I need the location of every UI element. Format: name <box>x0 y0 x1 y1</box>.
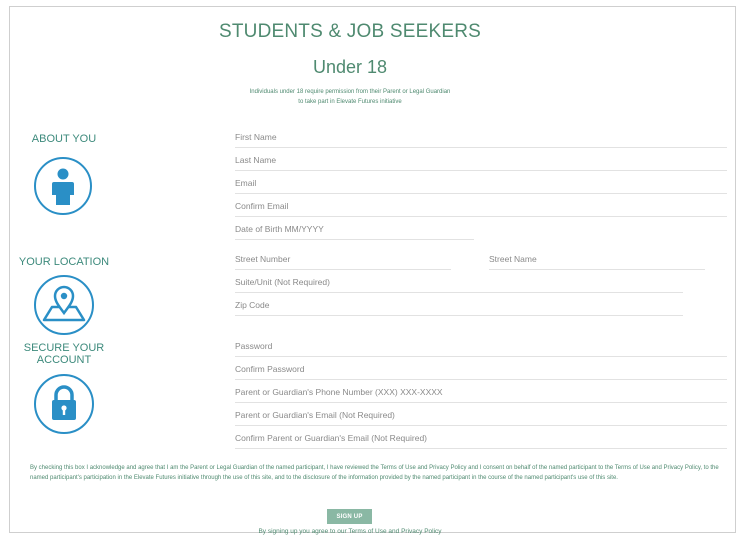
secure-account-line-1: SECURE YOUR <box>23 342 105 354</box>
date-of-birth-input[interactable] <box>235 223 474 234</box>
street-number-input[interactable] <box>235 253 451 264</box>
lock-icon <box>34 374 94 434</box>
section-label-your-location: YOUR LOCATION <box>18 256 110 268</box>
date-of-birth-field[interactable] <box>235 218 474 240</box>
terms-and-text: and <box>386 528 402 535</box>
confirm-email-field[interactable] <box>235 195 727 217</box>
terms-of-use-link[interactable]: Terms of Use <box>348 528 386 535</box>
zip-code-field[interactable] <box>235 294 683 316</box>
sign-up-button[interactable]: SIGN UP <box>327 509 372 524</box>
suite-unit-field[interactable] <box>235 271 683 293</box>
section-label-about-you: ABOUT YOU <box>31 133 97 145</box>
street-number-field[interactable] <box>235 248 451 270</box>
guardian-consent-text: By checking this box I acknowledge and a… <box>30 465 719 481</box>
suite-unit-input[interactable] <box>235 276 683 287</box>
last-name-field[interactable] <box>235 149 727 171</box>
email-input[interactable] <box>235 177 727 188</box>
confirm-guardian-email-field[interactable] <box>235 427 727 449</box>
registration-form-panel: STUDENTS & JOB SEEKERS Under 18 Individu… <box>9 6 736 535</box>
secure-account-line-2: ACCOUNT <box>36 354 92 366</box>
confirm-password-input[interactable] <box>235 363 727 374</box>
person-icon <box>34 157 92 215</box>
age-requirement-note: Individuals under 18 require permission … <box>10 87 690 107</box>
confirm-guardian-email-input[interactable] <box>235 432 727 443</box>
terms-prefix-text: By signing up you agree to our <box>258 528 349 535</box>
street-name-input[interactable] <box>489 253 705 264</box>
signup-terms-notice: By signing up you agree to our Terms of … <box>10 528 690 535</box>
zip-code-input[interactable] <box>235 299 683 310</box>
password-field[interactable] <box>235 335 727 357</box>
confirm-password-field[interactable] <box>235 358 727 380</box>
age-note-line-2: to take part in Elevate Futures initiati… <box>298 99 402 105</box>
guardian-email-input[interactable] <box>235 409 727 420</box>
section-label-secure-account: SECURE YOUR ACCOUNT <box>22 342 106 366</box>
page-subtitle: Under 18 <box>312 57 388 77</box>
page-title: STUDENTS & JOB SEEKERS <box>218 21 481 42</box>
guardian-email-field[interactable] <box>235 404 727 426</box>
map-pin-icon <box>34 275 94 335</box>
guardian-phone-input[interactable] <box>235 386 727 397</box>
first-name-input[interactable] <box>235 131 727 142</box>
street-name-field[interactable] <box>489 248 705 270</box>
password-input[interactable] <box>235 340 727 351</box>
last-name-input[interactable] <box>235 154 727 165</box>
first-name-field[interactable] <box>235 126 727 148</box>
guardian-phone-field[interactable] <box>235 381 727 403</box>
email-field[interactable] <box>235 172 727 194</box>
confirm-email-input[interactable] <box>235 200 727 211</box>
age-note-line-1: Individuals under 18 require permission … <box>249 89 451 95</box>
privacy-policy-link[interactable]: Privacy Policy <box>401 528 441 535</box>
